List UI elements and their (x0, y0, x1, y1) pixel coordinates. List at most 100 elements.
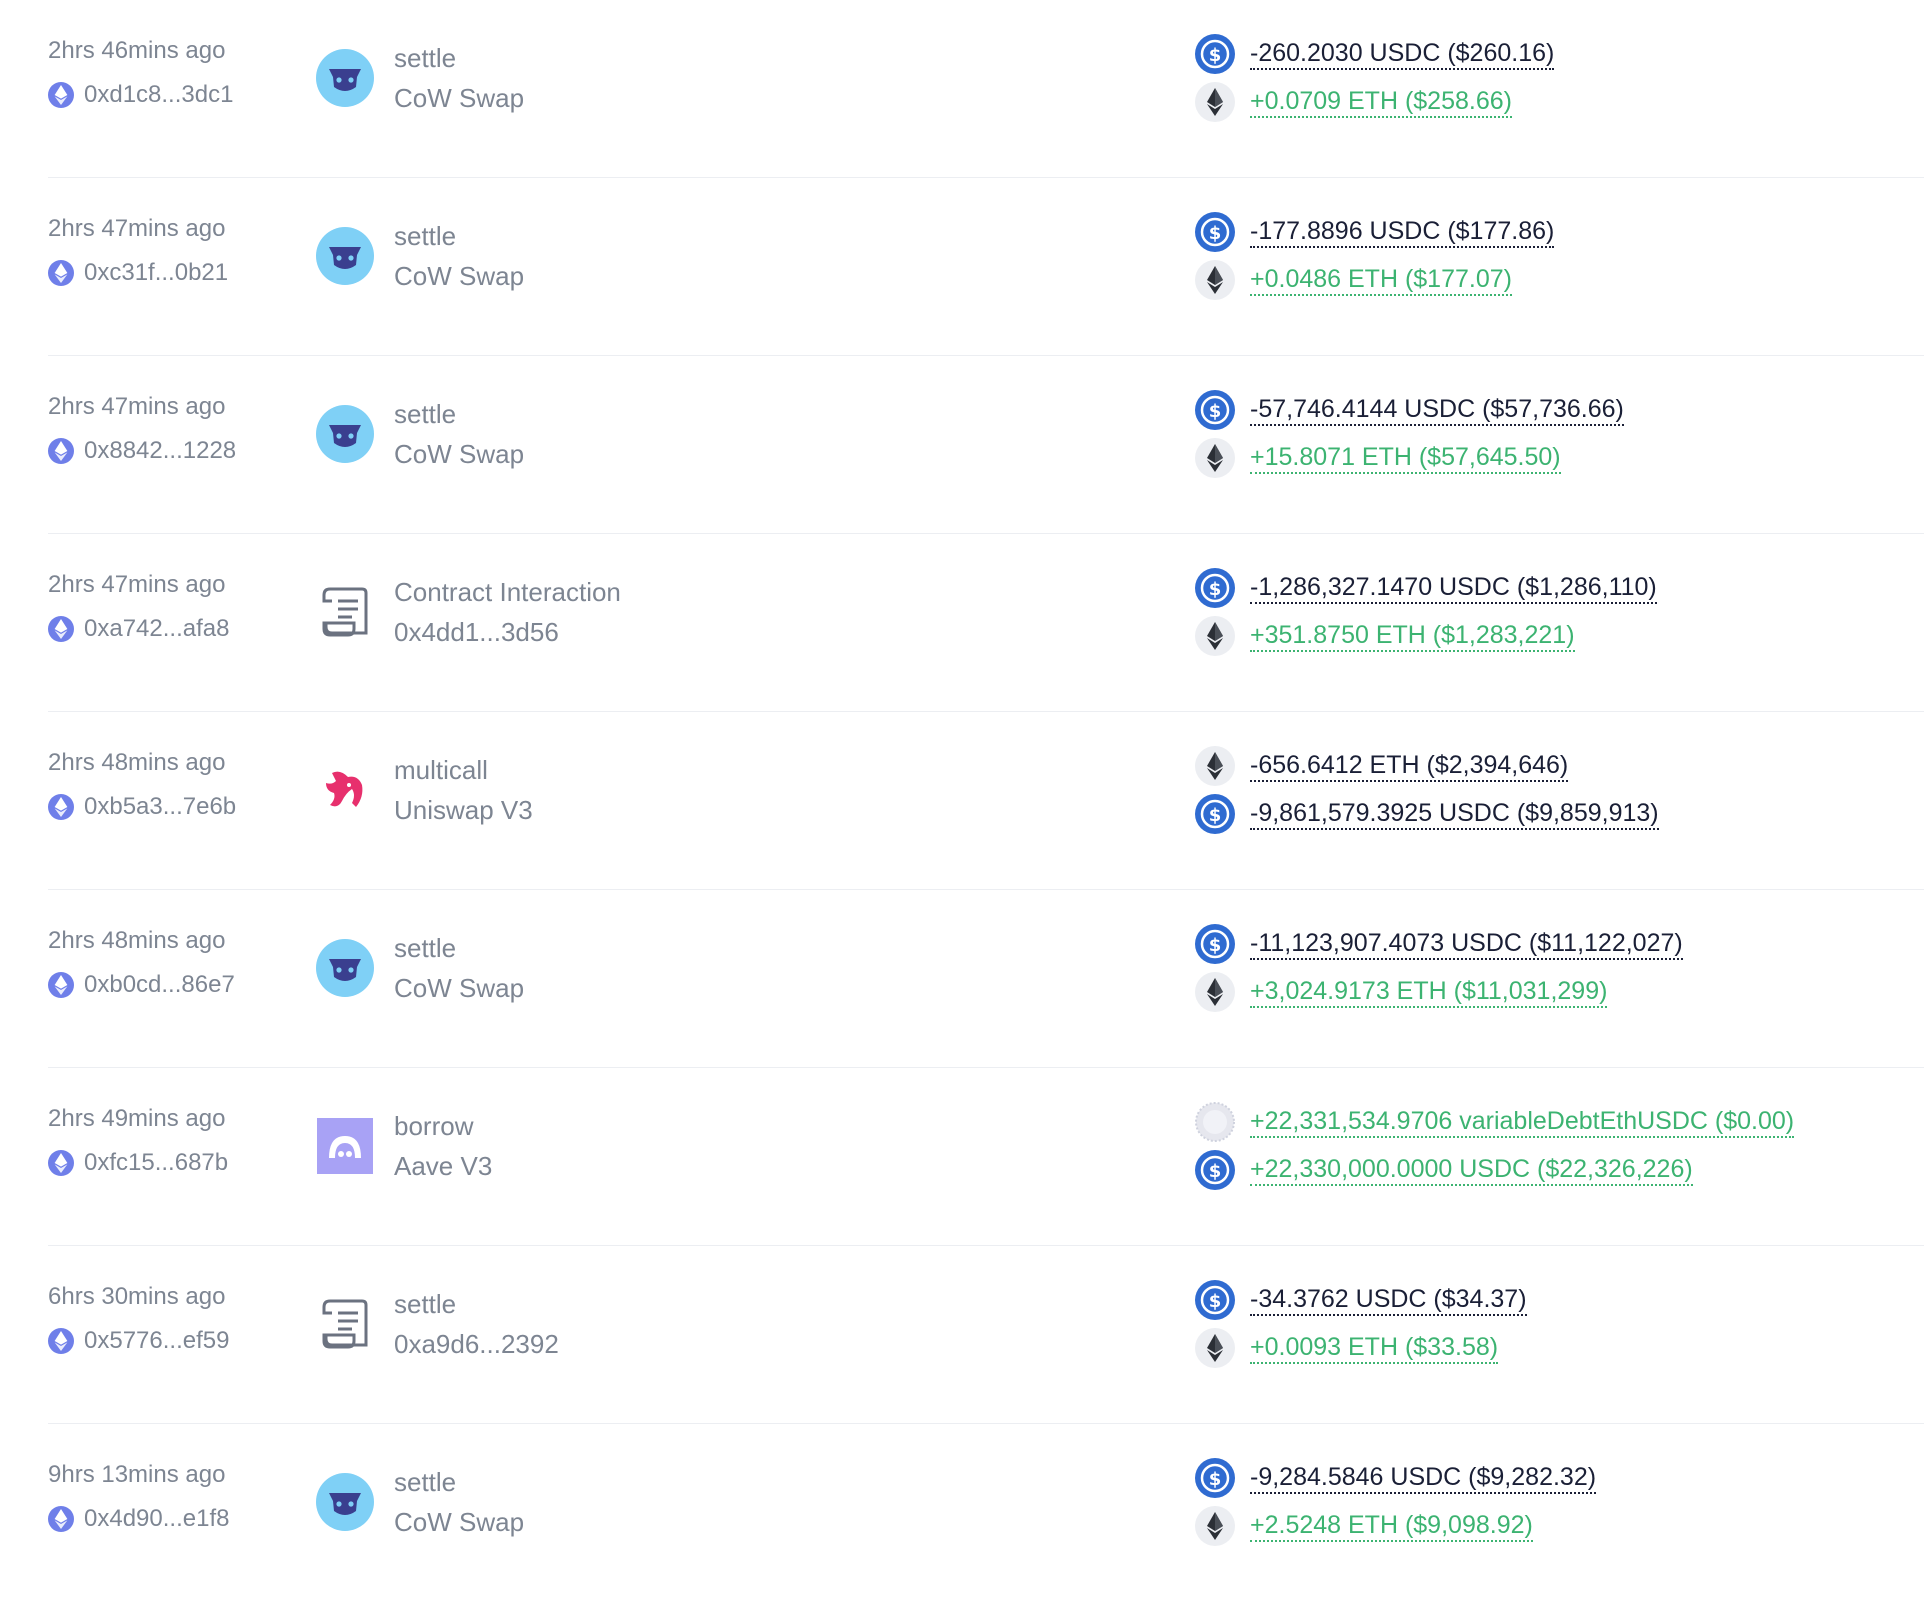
tx-method: settle (394, 1289, 457, 1319)
token-amount[interactable]: -57,746.4144 USDC ($57,736.66) (1250, 394, 1624, 426)
svg-text:$: $ (1209, 805, 1222, 826)
transaction-row[interactable]: 2hrs 46mins ago 0xd1c8...3dc1 settle CoW… (48, 0, 1924, 178)
tx-hash-link[interactable]: 0xb5a3...7e6b (84, 792, 236, 822)
tx-app-name[interactable]: Uniswap V3 (394, 790, 533, 830)
tx-app-block[interactable]: settle CoW Swap (316, 216, 524, 296)
tx-app-name[interactable]: CoW Swap (394, 434, 524, 474)
tx-app-block[interactable]: settle CoW Swap (316, 928, 524, 1008)
token-change: $ -260.2030 USDC ($260.16) (1194, 30, 1555, 78)
token-amount[interactable]: -9,284.5846 USDC ($9,282.32) (1250, 1462, 1597, 1494)
tx-app-name[interactable]: CoW Swap (394, 78, 524, 118)
svg-text:$: $ (1209, 579, 1222, 600)
tx-app-block[interactable]: settle CoW Swap (316, 38, 524, 118)
tx-app-block[interactable]: Contract Interaction 0x4dd1...3d56 (316, 572, 621, 652)
token-amount[interactable]: +3,024.9173 ETH ($11,031,299) (1250, 976, 1608, 1008)
usdc-icon: $ (1194, 389, 1236, 431)
tx-hash-link[interactable]: 0xa742...afa8 (84, 614, 229, 644)
cow-swap-icon (316, 939, 374, 997)
token-amount[interactable]: -260.2030 USDC ($260.16) (1250, 38, 1555, 70)
token-amount[interactable]: -656.6412 ETH ($2,394,646) (1250, 750, 1569, 782)
tx-time: 9hrs 13mins ago (48, 1461, 226, 1488)
ethereum-chain-icon (48, 616, 74, 642)
token-amount[interactable]: -177.8896 USDC ($177.86) (1250, 216, 1555, 248)
usdc-icon: $ (1194, 1457, 1236, 1499)
token-amount[interactable]: -11,123,907.4073 USDC ($11,122,027) (1250, 928, 1683, 960)
contract-scroll-icon (316, 583, 374, 641)
transaction-row[interactable]: 2hrs 48mins ago 0xb5a3...7e6b multicall … (48, 712, 1924, 890)
svg-text:$: $ (1209, 1469, 1222, 1490)
tx-app-block[interactable]: multicall Uniswap V3 (316, 750, 533, 830)
token-amount[interactable]: +2.5248 ETH ($9,098.92) (1250, 1510, 1533, 1542)
transaction-row[interactable]: 2hrs 48mins ago 0xb0cd...86e7 settle CoW… (48, 890, 1924, 1068)
transaction-row[interactable]: 2hrs 47mins ago 0xa742...afa8 Contract I… (48, 534, 1924, 712)
tx-time-block: 2hrs 49mins ago 0xfc15...687b (48, 1104, 228, 1178)
cow-swap-icon (316, 1473, 374, 1531)
tx-hash-line[interactable]: 0xb0cd...86e7 (48, 970, 235, 1000)
tx-hash-line[interactable]: 0x8842...1228 (48, 436, 236, 466)
transaction-row[interactable]: 2hrs 47mins ago 0x8842...1228 settle CoW… (48, 356, 1924, 534)
token-amount[interactable]: +22,330,000.0000 USDC ($22,326,226) (1250, 1154, 1693, 1186)
token-amount[interactable]: +15.8071 ETH ($57,645.50) (1250, 442, 1561, 474)
tx-app-name[interactable]: 0xa9d6...2392 (394, 1324, 559, 1364)
cow-swap-icon (316, 49, 374, 107)
svg-text:$: $ (1209, 45, 1222, 66)
ethereum-chain-icon (48, 1150, 74, 1176)
tx-app-name[interactable]: 0x4dd1...3d56 (394, 612, 621, 652)
tx-method: settle (394, 399, 457, 429)
transaction-list: 2hrs 46mins ago 0xd1c8...3dc1 settle CoW… (0, 0, 1924, 1601)
tx-app-block[interactable]: borrow Aave V3 (316, 1106, 492, 1186)
token-change: $ -34.3762 USDC ($34.37) (1194, 1276, 1527, 1324)
transaction-row[interactable]: 9hrs 13mins ago 0x4d90...e1f8 settle CoW… (48, 1424, 1924, 1601)
usdc-icon: $ (1194, 567, 1236, 609)
tx-token-changes: +22,331,534.9706 variableDebtEthUSDC ($0… (1194, 1098, 1795, 1194)
tx-hash-line[interactable]: 0xb5a3...7e6b (48, 792, 236, 822)
transaction-row[interactable]: 2hrs 49mins ago 0xfc15...687b borrow Aav… (48, 1068, 1924, 1246)
transaction-row[interactable]: 6hrs 30mins ago 0x5776...ef59 settle 0xa… (48, 1246, 1924, 1424)
tx-hash-link[interactable]: 0x5776...ef59 (84, 1326, 229, 1356)
tx-hash-link[interactable]: 0xfc15...687b (84, 1148, 228, 1178)
tx-app-block[interactable]: settle CoW Swap (316, 1462, 524, 1542)
token-amount[interactable]: +0.0486 ETH ($177.07) (1250, 264, 1512, 296)
tx-hash-line[interactable]: 0xc31f...0b21 (48, 258, 228, 288)
ethereum-chain-icon (48, 972, 74, 998)
svg-text:$: $ (1209, 223, 1222, 244)
token-change: +351.8750 ETH ($1,283,221) (1194, 612, 1657, 660)
token-amount[interactable]: -9,861,579.3925 USDC ($9,859,913) (1250, 798, 1659, 830)
svg-text:$: $ (1209, 1161, 1222, 1182)
tx-hash-line[interactable]: 0xd1c8...3dc1 (48, 80, 233, 110)
tx-hash-line[interactable]: 0x5776...ef59 (48, 1326, 229, 1356)
token-amount[interactable]: -34.3762 USDC ($34.37) (1250, 1284, 1527, 1316)
token-change: $ +22,330,000.0000 USDC ($22,326,226) (1194, 1146, 1794, 1194)
eth-icon (1194, 81, 1236, 123)
token-change: $ -57,746.4144 USDC ($57,736.66) (1194, 386, 1624, 434)
tx-time-block: 9hrs 13mins ago 0x4d90...e1f8 (48, 1460, 229, 1534)
tx-hash-link[interactable]: 0xb0cd...86e7 (84, 970, 235, 1000)
tx-app-name[interactable]: CoW Swap (394, 1502, 524, 1542)
token-amount[interactable]: +22,331,534.9706 variableDebtEthUSDC ($0… (1250, 1106, 1795, 1138)
token-amount[interactable]: +0.0093 ETH ($33.58) (1250, 1332, 1499, 1364)
tx-hash-link[interactable]: 0x4d90...e1f8 (84, 1504, 229, 1534)
eth-icon (1194, 1327, 1236, 1369)
tx-app-name[interactable]: CoW Swap (394, 968, 524, 1008)
tx-hash-line[interactable]: 0xa742...afa8 (48, 614, 229, 644)
tx-time-block: 2hrs 48mins ago 0xb0cd...86e7 (48, 926, 235, 1000)
ethereum-chain-icon (48, 82, 74, 108)
transaction-row[interactable]: 2hrs 47mins ago 0xc31f...0b21 settle CoW… (48, 178, 1924, 356)
token-amount[interactable]: +351.8750 ETH ($1,283,221) (1250, 620, 1575, 652)
tx-app-name[interactable]: CoW Swap (394, 256, 524, 296)
uniswap-unicorn-icon (316, 761, 374, 819)
tx-token-changes: -656.6412 ETH ($2,394,646) $ -9,861,579.… (1194, 742, 1659, 838)
tx-app-block[interactable]: settle CoW Swap (316, 394, 524, 474)
tx-hash-line[interactable]: 0x4d90...e1f8 (48, 1504, 229, 1534)
aave-ghost-icon (316, 1117, 374, 1175)
tx-hash-link[interactable]: 0x8842...1228 (84, 436, 236, 466)
tx-hash-link[interactable]: 0xc31f...0b21 (84, 258, 228, 288)
tx-app-name[interactable]: Aave V3 (394, 1146, 492, 1186)
tx-hash-line[interactable]: 0xfc15...687b (48, 1148, 228, 1178)
token-amount[interactable]: +0.0709 ETH ($258.66) (1250, 86, 1512, 118)
tx-app-block[interactable]: settle 0xa9d6...2392 (316, 1284, 559, 1364)
token-change: $ -9,284.5846 USDC ($9,282.32) (1194, 1454, 1597, 1502)
token-amount[interactable]: -1,286,327.1470 USDC ($1,286,110) (1250, 572, 1657, 604)
tx-method: borrow (394, 1111, 474, 1141)
tx-hash-link[interactable]: 0xd1c8...3dc1 (84, 80, 233, 110)
